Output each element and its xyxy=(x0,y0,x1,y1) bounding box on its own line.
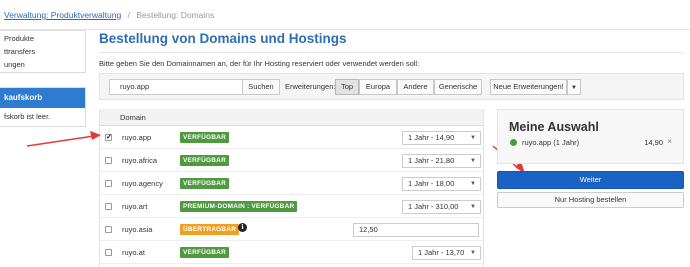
summary-item: ruyo.app (1 Jahr) xyxy=(522,138,580,147)
top-bar: Verwaltung: Produktverwaltung / Bestellu… xyxy=(0,0,690,30)
domain-name: ruyo.asia xyxy=(122,225,153,234)
breadcrumb-current: Bestellung: Domains xyxy=(136,10,215,20)
domain-name: ruyo.art xyxy=(122,202,148,211)
summary-price: 14,90 xyxy=(644,138,663,147)
term-select[interactable]: 1 Jahr - 13,70 ▼ xyxy=(412,246,481,260)
tab-neue-erweiterungen[interactable]: Neue Erweiterungen! xyxy=(490,79,567,95)
term-select[interactable]: 1 Jahr - 21,80 ▼ xyxy=(402,154,481,168)
select-checkbox[interactable] xyxy=(105,132,112,141)
cart-header: kaufskorb xyxy=(0,88,85,108)
domain-search-bar: ruyo.app Suchen Erweiterungen: Top Europ… xyxy=(99,73,684,100)
status-badge: VERFÜGBAR xyxy=(180,178,229,189)
select-checkbox[interactable] xyxy=(105,203,112,210)
price-field[interactable]: 12,50 xyxy=(353,223,479,237)
select-checkbox[interactable] xyxy=(105,226,112,233)
caret-down-icon: ▼ xyxy=(571,85,577,91)
breadcrumb: Verwaltung: Produktverwaltung / Bestellu… xyxy=(4,10,214,20)
sidebar-item-products[interactable]: Produkte xyxy=(0,32,85,45)
tab-generische[interactable]: Generische xyxy=(434,79,482,95)
domain-name: ruyo.africa xyxy=(122,156,158,165)
status-badge: PREMIUM-DOMAIN : VERFÜGBAR xyxy=(180,201,298,212)
domain-name: ruyo.agency xyxy=(122,179,163,188)
domain-search-input[interactable]: ruyo.app xyxy=(109,79,242,95)
table-row: ruyo.art PREMIUM-DOMAIN : VERFÜGBAR 1 Ja… xyxy=(100,195,483,218)
breadcrumb-link-product-management[interactable]: Verwaltung: Produktverwaltung xyxy=(4,10,121,20)
tab-top[interactable]: Top xyxy=(335,79,359,95)
table-row: ruyo.at VERFÜGBAR 1 Jahr - 13,70 ▼ xyxy=(100,241,483,264)
search-button[interactable]: Suchen xyxy=(242,79,280,95)
term-select-value: 1 Jahr - 14,90 xyxy=(408,133,455,142)
info-icon[interactable]: i xyxy=(238,223,247,232)
extensions-label: Erweiterungen: xyxy=(285,82,336,91)
domain-name: ruyo.app xyxy=(122,133,152,142)
intro-text: Bitte geben Sie den Domainnamen an, der … xyxy=(99,59,420,68)
sidebar-cart-panel: kaufskorb fskorb ist leer. xyxy=(0,87,86,127)
caret-down-icon: ▼ xyxy=(470,181,476,187)
select-checkbox[interactable] xyxy=(105,157,112,164)
table-row: ruyo.africa VERFÜGBAR 1 Jahr - 21,80 ▼ xyxy=(100,149,483,172)
term-select-value: 1 Jahr - 310,00 xyxy=(408,202,459,211)
select-checkbox[interactable] xyxy=(105,249,112,256)
term-select[interactable]: 1 Jahr - 18,00 ▼ xyxy=(402,177,481,191)
domain-results-table: Domain ruyo.app VERFÜGBAR 1 Jahr - 14,90… xyxy=(99,109,484,267)
caret-down-icon: ▼ xyxy=(470,204,476,210)
term-select[interactable]: 1 Jahr - 14,90 ▼ xyxy=(402,131,481,145)
remove-icon[interactable]: × xyxy=(667,137,672,146)
breadcrumb-separator: / xyxy=(127,10,130,20)
more-extensions-dropdown[interactable]: ▼ xyxy=(567,79,581,95)
term-select-value: 1 Jahr - 13,70 xyxy=(418,248,465,257)
term-select-value: 1 Jahr - 21,80 xyxy=(408,156,455,165)
table-row: ruyo.app VERFÜGBAR 1 Jahr - 14,90 ▼ xyxy=(100,126,483,149)
tab-europa[interactable]: Europa xyxy=(359,79,397,95)
tab-andere[interactable]: Andere xyxy=(397,79,434,95)
status-badge: VERFÜGBAR xyxy=(180,132,229,143)
term-select[interactable]: 1 Jahr - 310,00 ▼ xyxy=(402,200,481,214)
selection-summary: Meine Auswahl ruyo.app (1 Jahr) 14,90 × xyxy=(497,109,684,164)
cart-empty-text: fskorb ist leer. xyxy=(4,112,51,121)
table-row: ruyo.agency VERFÜGBAR 1 Jahr - 18,00 ▼ xyxy=(100,172,483,195)
status-badge: VERFÜGBAR xyxy=(180,155,229,166)
page-title: Bestellung von Domains und Hostings xyxy=(99,31,347,46)
caret-down-icon: ▼ xyxy=(470,135,476,141)
annotation-arrow-left xyxy=(26,131,101,147)
sidebar-item-renewals[interactable]: ungen xyxy=(0,58,85,71)
column-header-domain: Domain xyxy=(120,113,146,122)
term-select-value: 1 Jahr - 18,00 xyxy=(408,179,455,188)
status-dot-icon xyxy=(510,139,517,146)
table-header: Domain xyxy=(100,109,483,126)
status-badge: VERFÜGBAR xyxy=(180,247,229,258)
hosting-only-button[interactable]: Nur Hosting bestellen xyxy=(497,192,684,208)
sidebar-nav-panel: Produkte ttransfers ungen xyxy=(0,30,86,73)
caret-down-icon: ▼ xyxy=(470,250,476,256)
table-row: ruyo.asia ÜBERTRAGBAR i 12,50 xyxy=(100,218,483,241)
domain-name: ruyo.at xyxy=(122,248,145,257)
caret-down-icon: ▼ xyxy=(470,158,476,164)
sidebar-item-transfers[interactable]: ttransfers xyxy=(0,45,85,58)
select-checkbox[interactable] xyxy=(105,180,112,187)
summary-title: Meine Auswahl xyxy=(509,120,599,134)
continue-button[interactable]: Weiter xyxy=(497,171,684,189)
title-divider xyxy=(99,52,684,53)
status-badge: ÜBERTRAGBAR xyxy=(180,224,240,235)
